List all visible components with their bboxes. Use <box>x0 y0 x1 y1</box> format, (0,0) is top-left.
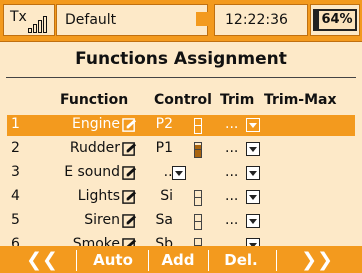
row-number: 5 <box>11 212 20 228</box>
edit-icon[interactable] <box>122 166 137 181</box>
previous-page-button[interactable]: ❮❮ <box>12 248 72 273</box>
clock-box: 12:22:36 <box>214 4 308 36</box>
trim-value[interactable]: ... <box>225 212 238 228</box>
function-name: Rudder <box>69 140 120 156</box>
trim-max-dropdown-icon[interactable] <box>246 214 260 228</box>
page-title: Functions Assignment <box>75 49 287 69</box>
trim-max-dropdown-icon[interactable] <box>246 166 260 180</box>
status-indicator-icon <box>196 12 210 26</box>
separator <box>148 250 149 271</box>
separator <box>276 250 277 271</box>
separator <box>76 250 77 271</box>
trim-level-indicator <box>194 142 202 158</box>
function-name: Lights <box>77 188 120 204</box>
function-name: Siren <box>84 212 120 228</box>
control-value[interactable]: P2 <box>156 116 173 132</box>
row-number: 1 <box>11 116 20 132</box>
add-button[interactable]: Add <box>152 248 204 273</box>
bottom-bar: ❮❮ Auto Add Del. ❯❯ <box>0 246 362 273</box>
model-name-box[interactable]: Default <box>56 4 208 36</box>
edit-icon[interactable] <box>122 118 137 133</box>
trim-value[interactable]: ... <box>225 140 238 156</box>
edit-icon[interactable] <box>122 214 137 229</box>
column-header-control: Control <box>154 92 212 108</box>
control-dropdown-icon[interactable] <box>172 166 186 180</box>
trim-value[interactable]: ... <box>225 188 238 204</box>
control-value[interactable]: P1 <box>156 140 173 156</box>
tx-label: Tx <box>10 9 27 25</box>
trim-level-indicator <box>194 190 202 206</box>
column-header-function: Function <box>60 92 129 108</box>
trim-max-dropdown-icon[interactable] <box>246 190 260 204</box>
function-name: E sound <box>64 164 120 180</box>
control-value[interactable]: Sa <box>156 212 173 228</box>
signal-strength-icon <box>28 15 52 33</box>
next-page-button[interactable]: ❯❯ <box>282 248 352 273</box>
transmitter-signal-box: Tx <box>3 4 55 36</box>
row-number: 2 <box>11 140 20 156</box>
clock-time: 12:22:36 <box>225 12 288 28</box>
trim-max-dropdown-icon[interactable] <box>246 118 260 132</box>
table-row[interactable]: 3E sound...... <box>7 163 355 184</box>
trim-value[interactable]: ... <box>225 116 238 132</box>
status-bar: Tx Default 12:22:36 64% <box>0 0 362 40</box>
table-row[interactable]: 1 Engine P2... <box>7 115 355 136</box>
control-value[interactable]: Si <box>160 188 173 204</box>
divider <box>6 77 356 78</box>
row-number: 4 <box>11 188 20 204</box>
trim-level-indicator <box>194 214 202 230</box>
battery-percent: 64% <box>321 12 353 27</box>
edit-icon[interactable] <box>122 142 137 157</box>
column-header-trim-max: Trim-Max <box>264 92 337 108</box>
edit-icon[interactable] <box>122 190 137 205</box>
auto-button[interactable]: Auto <box>82 248 144 273</box>
table-row[interactable]: 2 Rudder P1... <box>7 139 355 160</box>
battery-box: 64% <box>310 4 360 36</box>
delete-button[interactable]: Del. <box>212 248 270 273</box>
main-panel: Functions Assignment Function Control Tr… <box>0 41 362 254</box>
row-number: 3 <box>11 164 20 180</box>
trim-value[interactable]: ... <box>225 164 238 180</box>
model-name: Default <box>65 12 117 28</box>
battery-icon: 64% <box>313 9 357 31</box>
trim-level-indicator <box>194 118 202 134</box>
table-row[interactable]: 4 Lights Si... <box>7 187 355 208</box>
trim-max-dropdown-icon[interactable] <box>246 142 260 156</box>
column-header-trim: Trim <box>220 92 255 108</box>
separator <box>208 250 209 271</box>
function-name: Engine <box>72 116 120 132</box>
table-row[interactable]: 5 Siren Sa... <box>7 211 355 232</box>
